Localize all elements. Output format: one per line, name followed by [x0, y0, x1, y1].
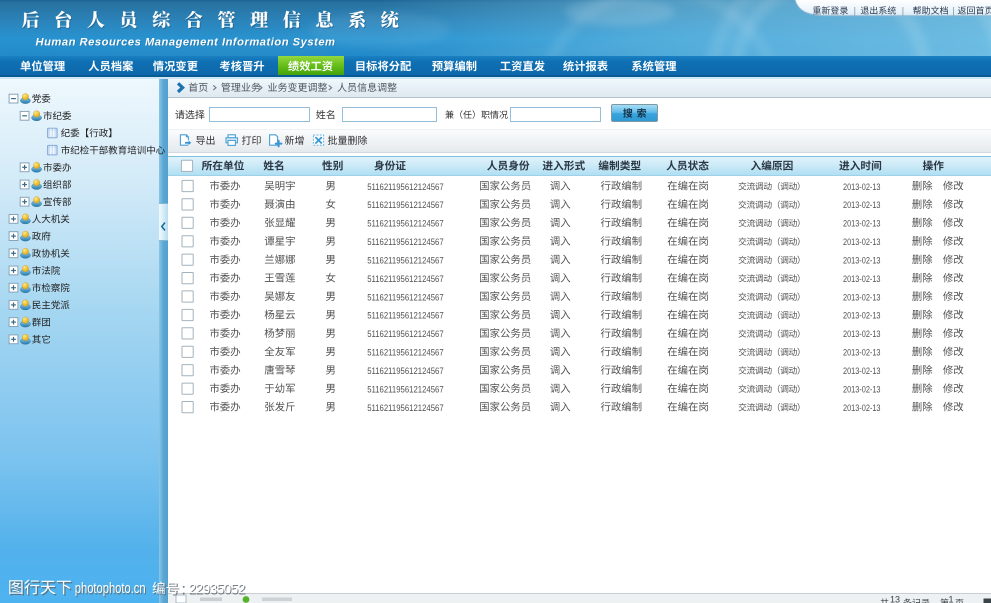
svg-text:22935052: 22935052	[188, 581, 245, 596]
svg-text:|: |	[902, 6, 904, 16]
svg-text:|: |	[854, 6, 856, 16]
svg-text:photophoto.cn: photophoto.cn	[75, 579, 146, 596]
svg-text:Human Resources Management Inf: Human Resources Management Information S…	[36, 36, 336, 48]
svg-text:13: 13	[890, 595, 900, 603]
svg-text:|: |	[952, 6, 954, 16]
svg-text:1: 1	[949, 595, 954, 603]
